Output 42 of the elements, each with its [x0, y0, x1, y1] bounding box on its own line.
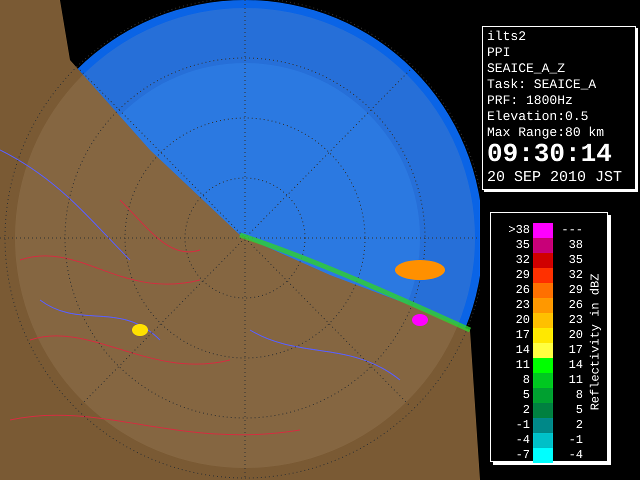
legend-high-label: 23 [568, 313, 584, 328]
info-text: PRF: 1800Hz [487, 93, 574, 109]
info-text: PPI [487, 45, 512, 61]
legend-low-label: 5 [522, 388, 531, 403]
legend-high-label: 20 [568, 328, 584, 343]
legend-low-label: >38 [507, 223, 531, 238]
legend-high-label: 17 [568, 343, 584, 358]
legend-high-label: -1 [568, 433, 584, 448]
legend-high-label: 2 [574, 418, 584, 433]
legend-low-label: -4 [514, 433, 531, 448]
legend-high-label: 8 [574, 388, 584, 403]
legend-high-label: -4 [568, 448, 584, 463]
legend-high-label: 32 [568, 268, 584, 283]
legend-low-label: -1 [514, 418, 531, 433]
legend-high-label: 5 [574, 403, 584, 418]
legend-low-label: 17 [514, 328, 531, 343]
legend-low-label: 8 [522, 373, 531, 388]
legend-high-label: 29 [568, 283, 584, 298]
legend-low-label: 11 [514, 358, 531, 373]
legend-low-label: 35 [514, 238, 531, 253]
legend-high-label: 26 [568, 298, 584, 313]
legend-low-label: 14 [514, 343, 531, 358]
date-text: 20 SEP 2010 JST [487, 168, 624, 188]
legend-high-label: 35 [568, 253, 584, 268]
legend-low-label: 20 [514, 313, 531, 328]
legend-high-label: --- [560, 223, 584, 238]
info-text: Task: SEAICE_A [487, 77, 598, 93]
time-text: 09:30:14 [487, 141, 613, 168]
legend-high-label: 14 [568, 358, 584, 373]
legend-low-label: 2 [522, 403, 531, 418]
legend-low-label: 29 [514, 268, 531, 283]
legend-title: Reflectivity in dBZ [587, 274, 603, 410]
legend-low-label: 32 [514, 253, 531, 268]
info-text: ilts2 [487, 29, 528, 45]
legend-high-label: 11 [568, 373, 584, 388]
legend-high-label: 38 [568, 238, 584, 253]
legend-low-label: -7 [514, 448, 531, 463]
legend-low-label: 23 [514, 298, 531, 313]
legend-low-label: 26 [514, 283, 531, 298]
info-text: Max Range:80 km [487, 125, 606, 141]
info-text: SEAICE_A_Z [487, 61, 566, 77]
info-text: Elevation:0.5 [487, 109, 590, 125]
